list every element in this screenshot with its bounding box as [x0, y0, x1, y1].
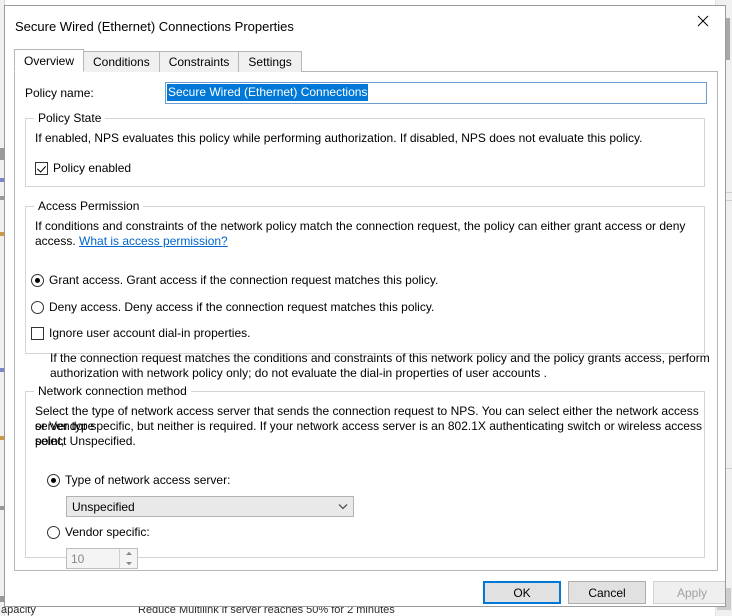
footer-divider: [5, 574, 725, 575]
network-method-description-line3: select Unspecified.: [35, 434, 136, 448]
tab-constraints[interactable]: Constraints: [158, 51, 240, 72]
policy-state-group: Policy State If enabled, NPS evaluates t…: [25, 111, 705, 187]
ok-button[interactable]: OK: [483, 581, 561, 604]
policy-enabled-checkbox[interactable]: [35, 162, 48, 175]
policy-name-label: Policy name:: [25, 86, 94, 100]
apply-button: Apply: [653, 581, 725, 604]
spinner-up-icon[interactable]: [120, 549, 137, 559]
cancel-button[interactable]: Cancel: [568, 581, 646, 604]
deny-access-radio-row[interactable]: Deny access. Deny access if the connecti…: [31, 300, 434, 314]
access-permission-description-line1: If conditions and constraints of the net…: [35, 219, 686, 233]
grant-access-radio[interactable]: [31, 274, 44, 287]
vendor-specific-radio[interactable]: [47, 526, 60, 539]
server-type-radio[interactable]: [47, 474, 60, 487]
close-icon[interactable]: [680, 6, 725, 36]
policy-state-title: Policy State: [34, 111, 106, 125]
spinner-down-icon[interactable]: [120, 559, 137, 569]
chevron-down-icon[interactable]: [333, 503, 353, 510]
properties-dialog: Secure Wired (Ethernet) Connections Prop…: [4, 5, 726, 607]
ignore-dialin-note-line1: If the connection request matches the co…: [50, 351, 710, 365]
ignore-dialin-checkbox-row[interactable]: Ignore user account dial-in properties.: [31, 326, 250, 340]
dialog-title: Secure Wired (Ethernet) Connections Prop…: [15, 19, 294, 34]
policy-state-description: If enabled, NPS evaluates this policy wh…: [35, 131, 643, 145]
policy-name-row: Policy name: Secure Wired (Ethernet) Con…: [25, 82, 707, 106]
dialog-titlebar: Secure Wired (Ethernet) Connections Prop…: [5, 6, 725, 46]
overview-tab-panel: Policy name: Secure Wired (Ethernet) Con…: [14, 71, 718, 571]
tab-bar: Overview Conditions Constraints Settings: [14, 49, 718, 72]
access-permission-title: Access Permission: [34, 199, 144, 213]
deny-access-label: Deny access. Deny access if the connecti…: [49, 300, 435, 314]
ignore-dialin-label: Ignore user account dial-in properties.: [49, 326, 251, 340]
policy-enabled-label: Policy enabled: [53, 161, 132, 175]
tab-conditions[interactable]: Conditions: [83, 51, 160, 72]
server-type-radio-row[interactable]: Type of network access server:: [47, 473, 230, 487]
ignore-dialin-note-line2: authorization with network policy only; …: [50, 366, 547, 380]
policy-name-input[interactable]: [165, 82, 707, 104]
vendor-specific-spinner[interactable]: 10: [66, 548, 138, 569]
vendor-specific-spinner-buttons[interactable]: [119, 549, 137, 568]
access-permission-group: Access Permission If conditions and cons…: [25, 199, 710, 380]
grant-access-label: Grant access. Grant access if the connec…: [49, 273, 439, 287]
access-permission-description-line2: access. What is access permission?: [35, 234, 701, 249]
grant-access-radio-row[interactable]: Grant access. Grant access if the connec…: [31, 273, 438, 287]
tab-overview[interactable]: Overview: [14, 49, 85, 72]
vendor-specific-label: Vendor specific:: [65, 525, 150, 539]
ignore-dialin-checkbox[interactable]: [31, 327, 44, 340]
access-permission-description-line2-prefix: access.: [35, 234, 80, 248]
network-connection-method-title: Network connection method: [34, 384, 191, 398]
policy-enabled-checkbox-row[interactable]: Policy enabled: [35, 161, 131, 175]
vendor-specific-value: 10: [71, 551, 85, 566]
tab-settings[interactable]: Settings: [238, 51, 302, 72]
access-permission-link[interactable]: What is access permission?: [79, 234, 228, 248]
server-type-combobox[interactable]: Unspecified: [66, 496, 354, 517]
vendor-specific-radio-row[interactable]: Vendor specific:: [47, 525, 150, 539]
server-type-label: Type of network access server:: [65, 473, 231, 487]
network-connection-method-group: Network connection method Select the typ…: [25, 384, 705, 569]
deny-access-radio[interactable]: [31, 301, 44, 314]
server-type-combobox-value: Unspecified: [72, 499, 135, 514]
